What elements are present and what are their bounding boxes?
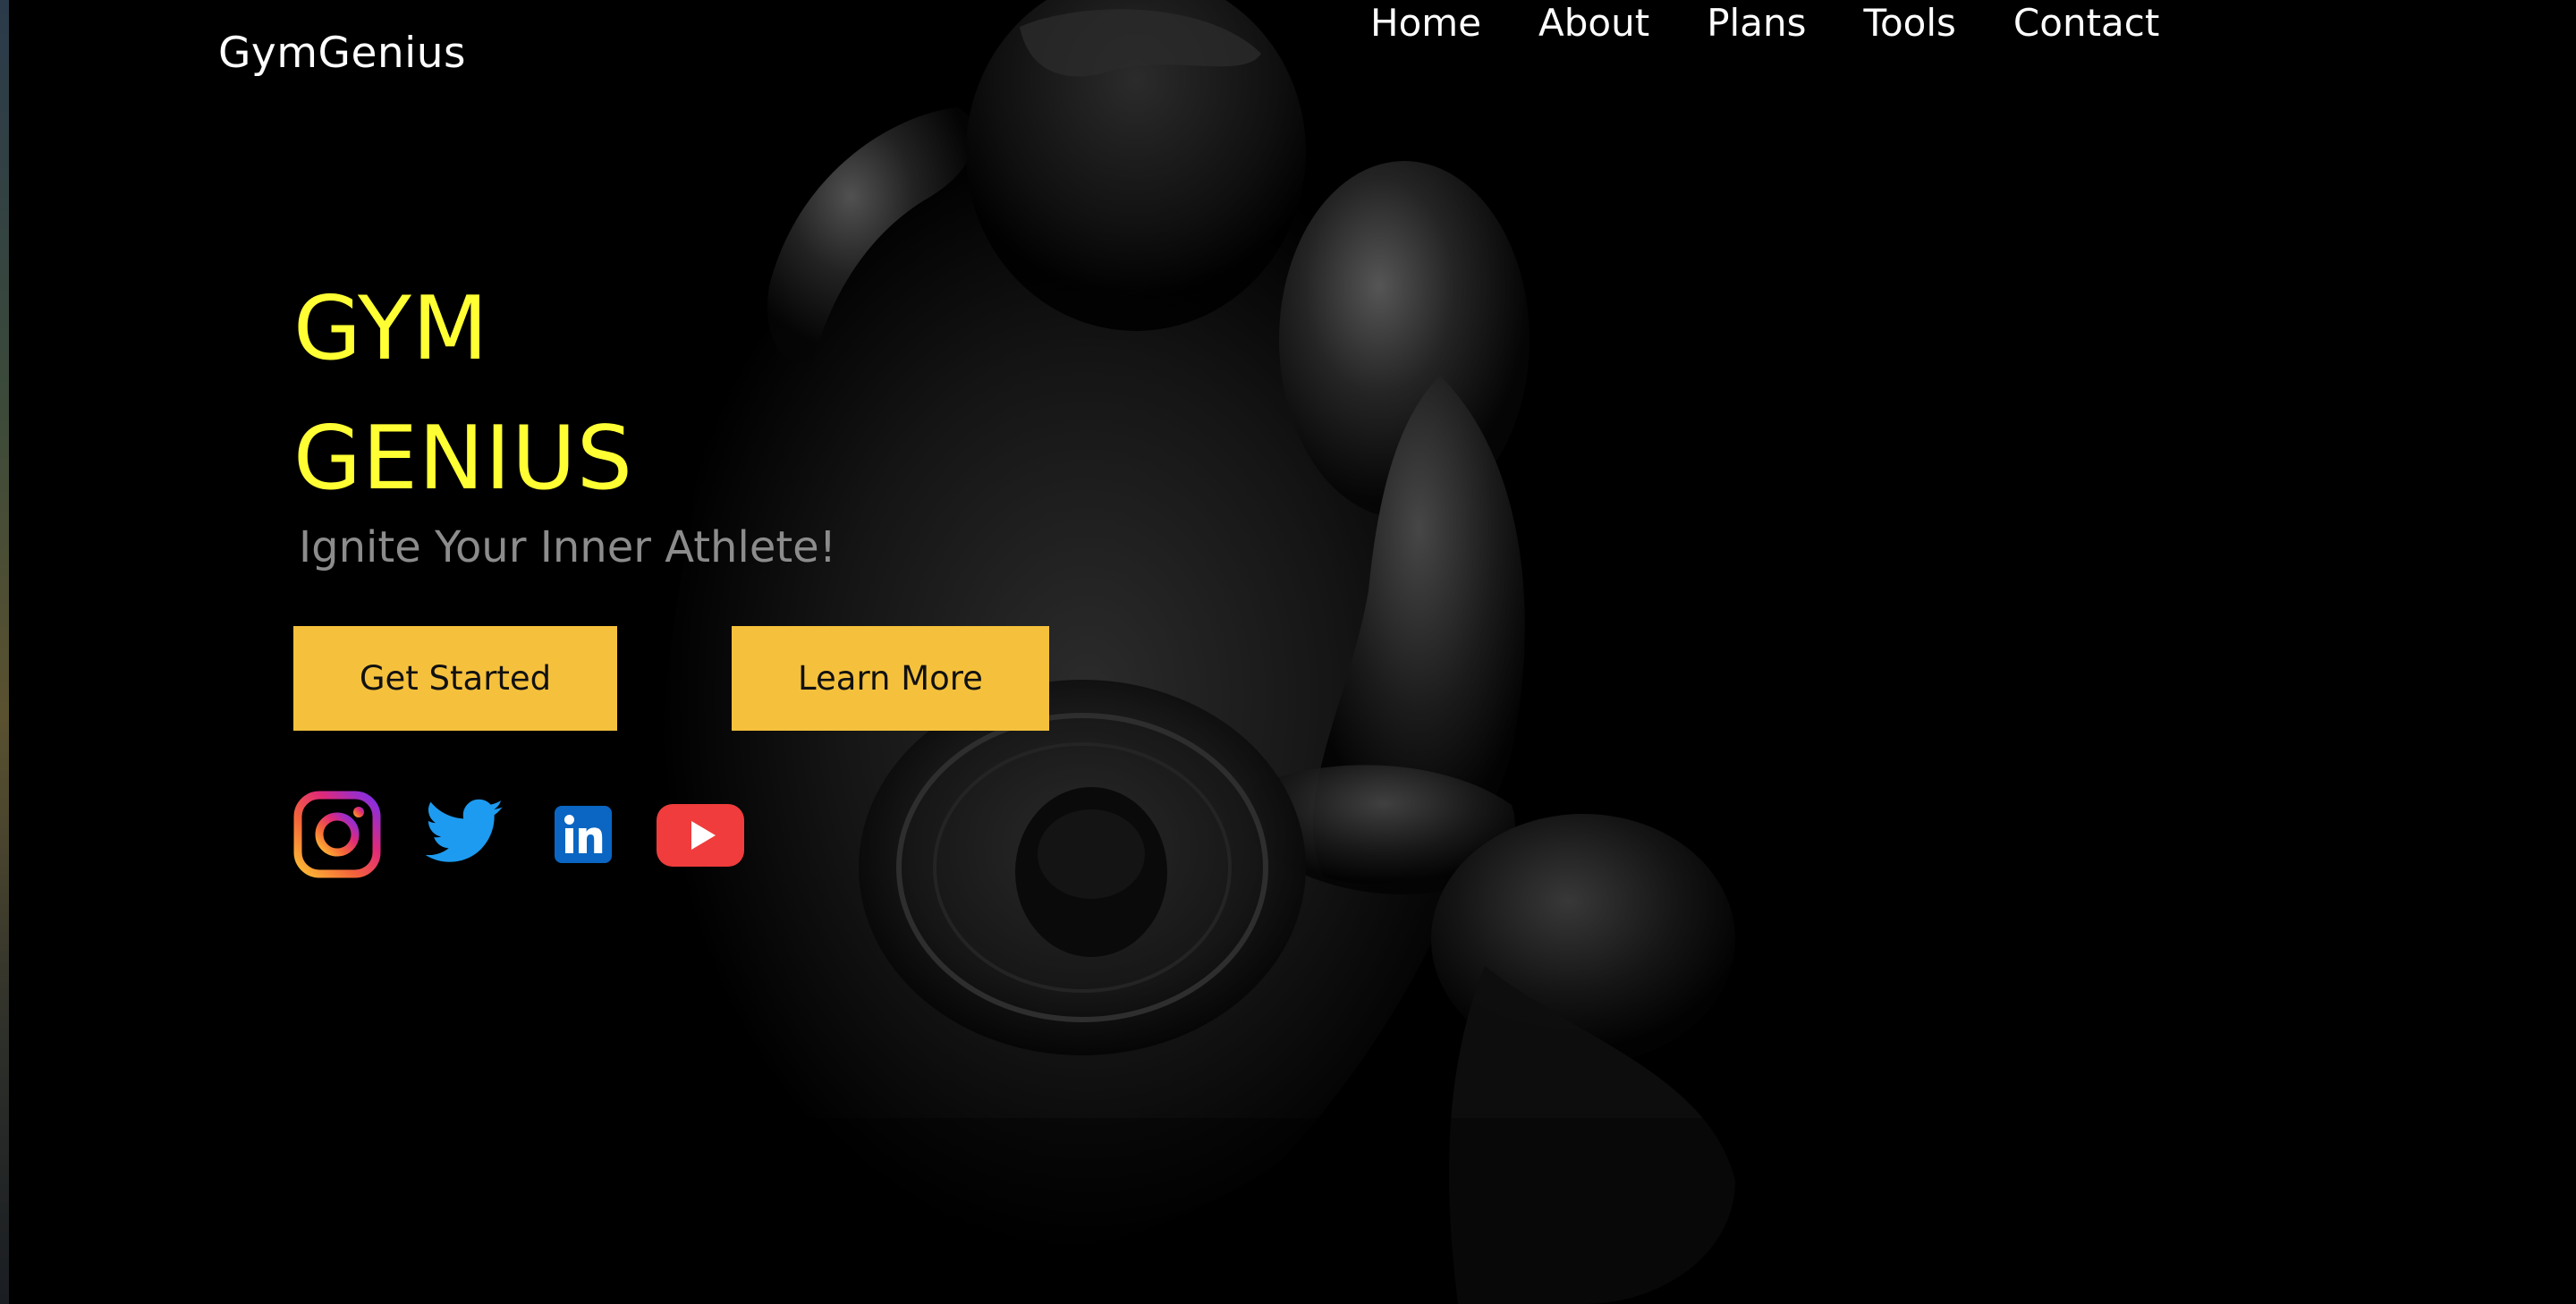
learn-more-button[interactable]: Learn More bbox=[732, 626, 1049, 731]
hero-title-line-1: GYM bbox=[293, 278, 489, 380]
nav-link-about[interactable]: About bbox=[1538, 0, 1649, 47]
youtube-icon[interactable] bbox=[657, 804, 744, 867]
nav-link-home[interactable]: Home bbox=[1370, 0, 1481, 47]
linkedin-icon[interactable] bbox=[555, 806, 612, 863]
nav-link-plans[interactable]: Plans bbox=[1707, 0, 1806, 47]
hero-tagline: Ignite Your Inner Athlete! bbox=[299, 522, 836, 572]
landing-page: GymGenius Home About Plans Tools Contact… bbox=[9, 0, 2576, 1304]
nav-link-contact[interactable]: Contact bbox=[2013, 0, 2159, 47]
browser-viewport: GymGenius Home About Plans Tools Contact… bbox=[0, 0, 2576, 1304]
twitter-icon[interactable] bbox=[426, 798, 504, 866]
hero-title: GYM GENIUS bbox=[293, 265, 633, 524]
instagram-icon[interactable] bbox=[293, 791, 381, 878]
nav-link-tools[interactable]: Tools bbox=[1863, 0, 1955, 47]
get-started-button[interactable]: Get Started bbox=[293, 626, 617, 731]
hero-title-line-2: GENIUS bbox=[293, 408, 634, 510]
desktop-background-edge bbox=[0, 0, 9, 1304]
site-logo[interactable]: GymGenius bbox=[218, 29, 466, 78]
main-nav: Home About Plans Tools Contact bbox=[1370, 0, 2159, 47]
